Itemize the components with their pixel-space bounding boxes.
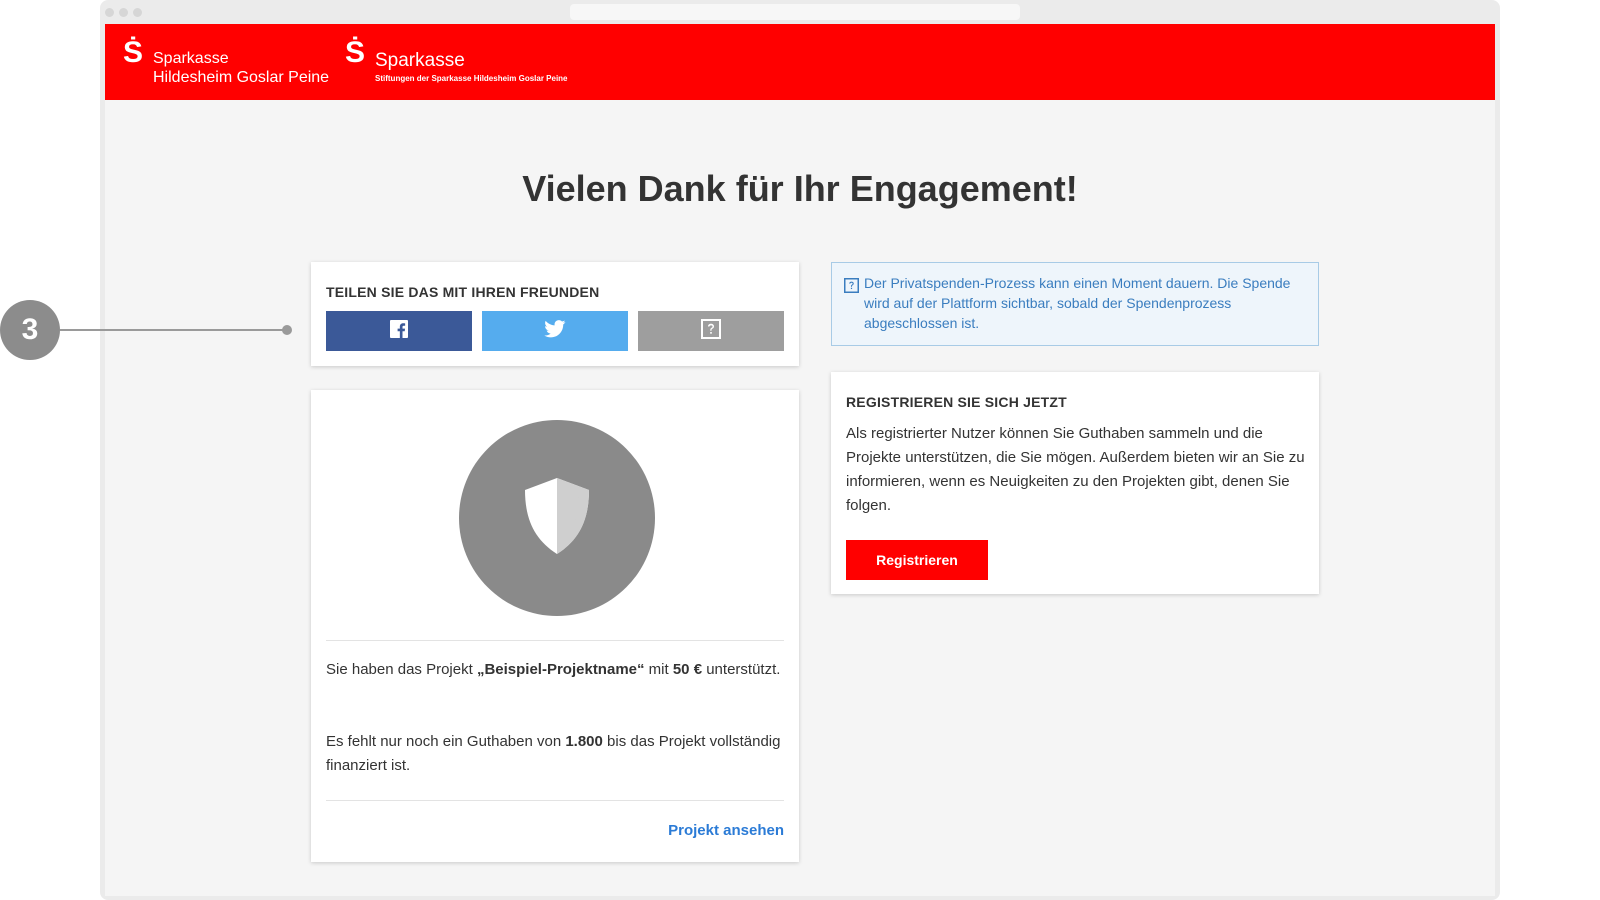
twitter-icon — [544, 319, 566, 343]
window-maximize-dot[interactable] — [133, 8, 142, 17]
remaining-amount: 1.800 — [565, 733, 603, 750]
share-card: TEILEN SIE DAS MIT IHREN FREUNDEN — [311, 262, 799, 366]
project-image — [459, 420, 655, 616]
divider — [326, 800, 784, 801]
logo-foundation-name: Stiftungen der Sparkasse Hildesheim Gosl… — [375, 74, 568, 83]
view-project-link[interactable]: Projekt ansehen — [668, 822, 784, 839]
facebook-share-button[interactable] — [326, 311, 472, 351]
register-heading: REGISTRIEREN SIE SICH JETZT — [846, 394, 1067, 410]
project-name: „Beispiel-Projektname“ — [476, 661, 645, 678]
sparkasse-s-icon: Ṡ — [123, 36, 144, 69]
annotation-line — [60, 329, 286, 331]
help-icon — [844, 278, 859, 298]
annotation-dot — [282, 325, 292, 335]
donation-amount: 50 € — [672, 661, 703, 678]
page-title: Vielen Dank für Ihr Engagement! — [522, 168, 1078, 209]
facebook-icon — [390, 319, 408, 343]
register-button[interactable]: Registrieren — [846, 540, 988, 580]
share-heading: TEILEN SIE DAS MIT IHREN FREUNDEN — [326, 284, 600, 300]
annotation-marker: 3 — [0, 300, 60, 360]
shield-icon — [521, 476, 593, 561]
text-fragment: unterstützt. — [702, 661, 781, 678]
donation-summary: Sie haben das Projekt „Beispiel-Projektn… — [326, 658, 786, 682]
window-minimize-dot[interactable] — [119, 8, 128, 17]
register-text: Als registrierter Nutzer können Sie Guth… — [846, 425, 1305, 514]
more-share-button[interactable] — [638, 311, 784, 351]
logo-region-name: Hildesheim Goslar Peine — [153, 69, 330, 86]
browser-window: Ṡ Sparkasse Hildesheim Goslar Peine Ṡ Sp… — [100, 0, 1500, 900]
info-notice: Der Privatspenden-Prozess kann einen Mom… — [831, 262, 1319, 346]
sparkasse-s-icon: Ṡ — [345, 36, 366, 69]
logo-brand-name: Sparkasse — [153, 50, 229, 67]
register-card: REGISTRIEREN SIE SICH JETZT Als registri… — [831, 372, 1319, 594]
help-icon — [701, 318, 721, 344]
twitter-share-button[interactable] — [482, 311, 628, 351]
address-bar[interactable] — [570, 4, 1020, 20]
funding-status: Es fehlt nur noch ein Guthaben von 1.800… — [326, 730, 786, 778]
text-fragment: Sie haben das Projekt — [326, 661, 477, 678]
main-content: Vielen Dank für Ihr Engagement! TEILEN S… — [105, 100, 1495, 896]
info-text: Der Privatspenden-Prozess kann einen Mom… — [864, 275, 1291, 331]
project-card: Sie haben das Projekt „Beispiel-Projektn… — [311, 390, 799, 862]
text-fragment: mit — [644, 661, 673, 678]
logo-brand-name: Sparkasse — [375, 50, 465, 71]
window-close-dot[interactable] — [105, 8, 114, 17]
window-titlebar — [100, 0, 1500, 24]
text-fragment: Es fehlt nur noch ein Guthaben von — [326, 733, 566, 750]
site-header: Ṡ Sparkasse Hildesheim Goslar Peine Ṡ Sp… — [105, 24, 1495, 100]
divider — [326, 640, 784, 641]
